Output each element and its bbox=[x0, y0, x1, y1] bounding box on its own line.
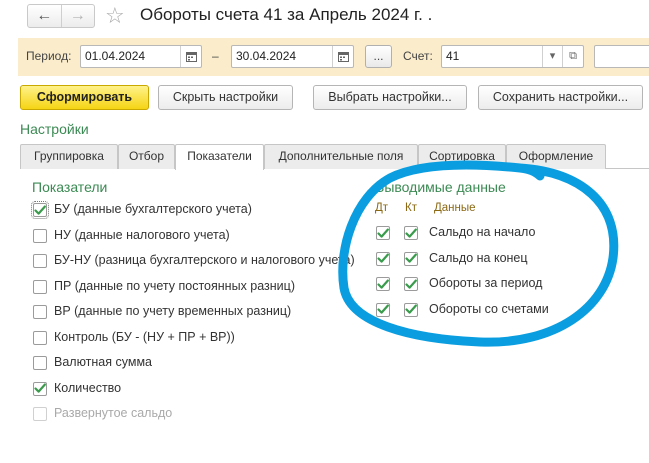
back-button[interactable]: ← bbox=[28, 5, 61, 27]
indicator-checkbox[interactable] bbox=[33, 330, 47, 345]
indicator-checkbox[interactable] bbox=[33, 356, 47, 370]
indicator-label: Количество bbox=[54, 380, 122, 395]
indicator-label: БУ-НУ (разница бухгалтерского и налогово… bbox=[54, 253, 355, 267]
account-field[interactable]: 41 ▾ ⧉ bbox=[441, 45, 584, 68]
account-label: Счет: bbox=[403, 49, 433, 63]
settings-title: Настройки bbox=[20, 121, 89, 137]
indicator-checkbox[interactable] bbox=[33, 254, 47, 268]
indicator-checkbox[interactable] bbox=[33, 279, 47, 294]
dropdown-icon[interactable]: ▾ bbox=[542, 46, 563, 67]
indicator-label: Валютная сумма bbox=[54, 355, 153, 369]
nav-buttons: ← → bbox=[27, 4, 95, 28]
back-arrow-icon: ← bbox=[36, 7, 53, 24]
period-select-button[interactable]: ... bbox=[365, 45, 392, 68]
indicator-checkbox bbox=[33, 407, 47, 421]
indicator-checkbox[interactable] bbox=[33, 305, 47, 319]
indicator-label: БУ (данные бухгалтерского учета) bbox=[54, 202, 252, 216]
window-title: Обороты счета 41 за Апрель 2024 г. . bbox=[140, 5, 433, 24]
indicator-label: НУ (данные налогового учета) bbox=[54, 227, 230, 242]
indicator-label: ПР (данные по учету постоянных разниц) bbox=[54, 278, 295, 293]
indicator-checkbox[interactable] bbox=[31, 201, 49, 219]
open-icon[interactable]: ⧉ bbox=[562, 46, 583, 67]
indicators-title: Показатели bbox=[32, 179, 108, 195]
calendar-icon[interactable] bbox=[332, 46, 353, 67]
period-label: Период: bbox=[26, 49, 72, 63]
period-dash: – bbox=[212, 49, 219, 63]
annotation-circle bbox=[338, 160, 619, 347]
forward-button[interactable]: → bbox=[60, 5, 95, 27]
checkmark-icon bbox=[34, 383, 46, 393]
indicator-checkbox[interactable] bbox=[33, 228, 47, 243]
checkmark-icon bbox=[34, 205, 46, 215]
date-from-value: 01.04.2024 bbox=[85, 49, 146, 63]
indicator-checkbox[interactable] bbox=[33, 381, 47, 396]
tab-grouping[interactable]: Группировка bbox=[20, 144, 118, 169]
date-from-field[interactable]: 01.04.2024 bbox=[80, 45, 202, 68]
indicator-label: Развернутое сальдо bbox=[54, 406, 173, 420]
calendar-icon[interactable] bbox=[180, 46, 201, 67]
extra-field[interactable] bbox=[594, 45, 649, 68]
date-to-value: 30.04.2024 bbox=[236, 49, 297, 63]
forward-arrow-icon: → bbox=[69, 7, 86, 24]
choose-settings-button[interactable]: Выбрать настройки... bbox=[313, 85, 467, 110]
generate-button[interactable]: Сформировать bbox=[20, 85, 149, 110]
indicator-label: Контроль (БУ - (НУ + ПР + ВР)) bbox=[54, 329, 235, 344]
hide-settings-button[interactable]: Скрыть настройки bbox=[158, 85, 293, 110]
save-settings-button[interactable]: Сохранить настройки... bbox=[478, 85, 643, 110]
account-value: 41 bbox=[446, 49, 460, 63]
tab-indicators[interactable]: Показатели bbox=[175, 144, 264, 170]
date-to-field[interactable]: 30.04.2024 bbox=[231, 45, 354, 68]
indicator-label: ВР (данные по учету временных разниц) bbox=[54, 304, 292, 318]
tab-filter[interactable]: Отбор bbox=[118, 144, 175, 169]
favorite-star-icon[interactable]: ☆ bbox=[105, 2, 125, 30]
